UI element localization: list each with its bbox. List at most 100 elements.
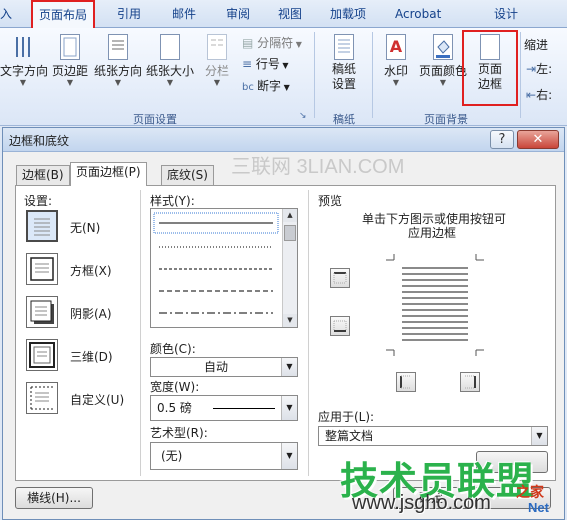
setting-box-button[interactable] (26, 253, 58, 285)
setting-3d-icon (29, 342, 55, 368)
hyphenation-label: 断字 (257, 79, 282, 93)
group-separator (372, 32, 373, 118)
indent-left-icon: ⇥ (526, 62, 537, 76)
tab-design[interactable]: 设计 (494, 4, 518, 24)
tab-add-ins[interactable]: 加载项 (330, 4, 366, 24)
orientation-button[interactable]: 纸张方向 ▼ (93, 34, 143, 87)
setting-none-label[interactable]: 无(N) (70, 219, 100, 236)
scroll-down-icon[interactable]: ▼ (283, 314, 297, 327)
chevron-down-icon[interactable]: ▼ (531, 427, 547, 445)
chevron-down-icon: ▼ (166, 78, 174, 87)
ribbon-tab-bar: 入 页面布局 引用 邮件 审阅 视图 加载项 Acrobat 设计 (0, 0, 567, 29)
dialog-titlebar: 边框和底纹 ? ✕ (3, 128, 564, 152)
tab-references[interactable]: 引用 (117, 4, 141, 24)
left-border-button[interactable] (396, 372, 416, 392)
setting-shadow-button[interactable] (26, 296, 58, 328)
dialog-launcher-icon[interactable]: ↘ (299, 111, 307, 121)
width-value: 0.5 磅 (157, 401, 192, 415)
indent-right-icon: ⇤ (526, 88, 537, 102)
right-border-button[interactable] (460, 372, 480, 392)
tab-mailings[interactable]: 邮件 (172, 4, 196, 24)
width-select[interactable]: 0.5 磅 ▼ (150, 395, 298, 421)
indent-right-label: 右: (536, 88, 553, 102)
tab-view[interactable]: 视图 (278, 4, 302, 24)
indent-left-field[interactable]: ⇥左: (526, 60, 552, 77)
horizontal-line-button[interactable]: 横线(H)... (15, 487, 93, 509)
watermark-button[interactable]: A 水印 ▼ (378, 34, 414, 87)
chevron-down-icon[interactable]: ▼ (281, 358, 297, 376)
preview-hint-line2: 应用边框 (408, 226, 457, 240)
setting-shadow-label[interactable]: 阴影(A) (70, 305, 112, 322)
chevron-down-icon: ▼ (279, 61, 289, 70)
setting-none-icon (34, 218, 50, 236)
manuscript-label-1: 稿纸 (331, 62, 356, 76)
top-border-icon (333, 272, 347, 284)
scroll-thumb[interactable] (284, 225, 296, 241)
chevron-down-icon[interactable]: ▼ (281, 396, 297, 420)
margins-label: 页边距 (51, 64, 88, 78)
breaks-button[interactable]: ▤ 分隔符 ▼ (242, 34, 302, 51)
breaks-icon: ▤ (242, 36, 258, 50)
line-numbers-label: 行号 (255, 57, 280, 71)
color-select[interactable]: 自动 ▼ (150, 357, 298, 377)
preview-label: 预览 (318, 194, 343, 208)
line-numbers-icon: ≡ (242, 57, 256, 71)
columns-label: 分栏 (204, 64, 229, 78)
bottom-border-button[interactable] (330, 316, 350, 336)
text-direction-icon (13, 34, 33, 60)
top-border-button[interactable] (330, 268, 350, 288)
tab-shading[interactable]: 底纹(S) (161, 165, 214, 185)
tab-page-layout[interactable]: 页面布局 (31, 0, 96, 29)
chevron-down-icon: ▼ (392, 78, 400, 87)
indent-label: 缩进 (524, 38, 549, 52)
color-value: 自动 (203, 360, 228, 374)
text-direction-button[interactable]: 文字方向 ▼ (0, 34, 49, 87)
paper-size-icon (160, 34, 180, 60)
preview-page[interactable] (380, 254, 490, 358)
setting-3d-button[interactable] (26, 339, 58, 371)
orientation-icon (108, 34, 128, 60)
art-select[interactable]: (无) ▼ (150, 442, 298, 470)
column-divider (140, 190, 141, 476)
setting-box-icon (30, 257, 54, 281)
ribbon: 文字方向 ▼ 页边距 ▼ 纸张方向 ▼ 纸张大小 ▼ 分栏 ▼ ▤ 分隔符 ▼ … (0, 28, 567, 126)
url-watermark: www.jsgho.com (352, 492, 491, 514)
width-label: 宽度(W): (150, 380, 200, 394)
watermark-icon: A (386, 34, 406, 60)
setting-shadow-icon (30, 300, 54, 324)
tab-insert[interactable]: 入 (0, 4, 12, 24)
size-button[interactable]: 纸张大小 ▼ (145, 34, 195, 87)
indent-left-label: 左: (536, 62, 553, 76)
chevron-down-icon[interactable]: ▼ (281, 443, 297, 469)
close-button[interactable]: ✕ (517, 130, 559, 149)
apply-to-value: 整篇文档 (325, 429, 374, 443)
columns-button[interactable]: 分栏 ▼ (200, 34, 234, 87)
art-label: 艺术型(R): (150, 426, 208, 440)
setting-none-button[interactable] (26, 210, 58, 242)
page-setup-group-label: 页面设置 (133, 113, 177, 126)
watermark-label: 水印 (383, 64, 408, 78)
apply-to-select[interactable]: 整篇文档 ▼ (318, 426, 548, 446)
setting-box-label[interactable]: 方框(X) (70, 262, 112, 279)
scroll-up-icon[interactable]: ▲ (283, 209, 297, 222)
style-listbox[interactable]: ▲ ▼ (150, 208, 298, 328)
indent-right-field[interactable]: ⇤右: (526, 86, 552, 103)
setting-custom-label[interactable]: 自定义(U) (70, 391, 124, 408)
chevron-down-icon: ▼ (213, 78, 221, 87)
line-numbers-button[interactable]: ≡ 行号 ▼ (242, 55, 289, 72)
setting-3d-label[interactable]: 三维(D) (70, 348, 113, 365)
help-button[interactable]: ? (490, 130, 514, 149)
hyphenation-button[interactable]: bc 断字 ▼ (242, 77, 290, 94)
tab-page-border[interactable]: 页面边框(P) (70, 162, 147, 186)
setting-custom-button[interactable] (26, 382, 58, 414)
tab-review[interactable]: 审阅 (226, 4, 250, 24)
paint-bucket-icon (433, 34, 453, 60)
tab-acrobat[interactable]: Acrobat (395, 4, 441, 24)
tab-borders[interactable]: 边框(B) (16, 165, 70, 185)
group-separator (520, 32, 521, 118)
margins-button[interactable]: 页边距 ▼ (49, 34, 91, 87)
manuscript-settings-button[interactable]: 稿纸 设置 (322, 34, 366, 92)
text-direction-label: 文字方向 (0, 64, 49, 78)
style-scrollbar[interactable]: ▲ ▼ (282, 209, 297, 327)
chevron-down-icon: ▼ (293, 40, 302, 49)
